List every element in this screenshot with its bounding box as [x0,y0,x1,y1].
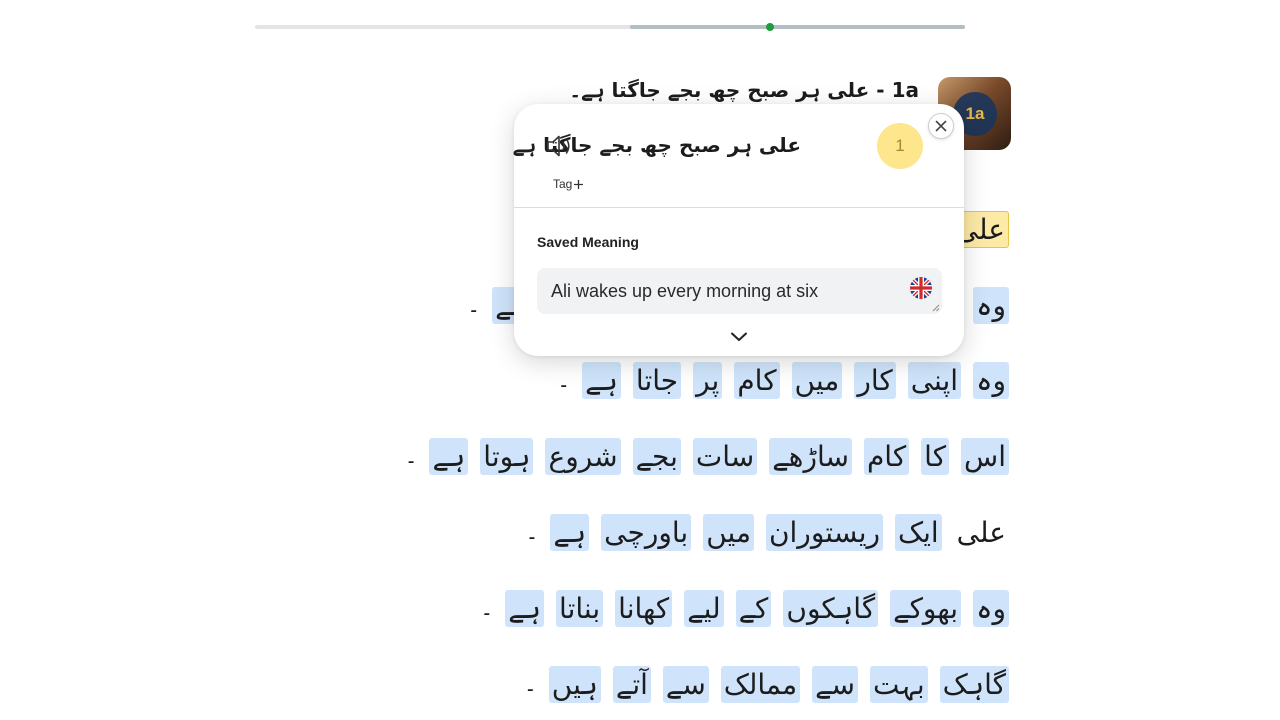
chevron-down-icon[interactable] [729,331,749,343]
word-token[interactable]: علی [954,514,1009,551]
word-token[interactable]: ہے [505,590,545,627]
sentence-line: اس کا کام ساڑھے سات بجے شروع ہوتا ہے ۔ [405,438,1009,475]
word-token[interactable]: بناتا [556,590,604,627]
speaker-icon[interactable] [545,133,573,159]
word-token[interactable]: ہوتا [480,438,534,475]
word-token[interactable]: ساڑھے [769,438,852,475]
word-token[interactable]: کار [854,362,896,399]
word-token[interactable]: کا [921,438,950,475]
word-token[interactable]: میں [791,362,843,399]
word-token[interactable]: گاہکوں [783,590,879,627]
word-token[interactable]: ایک [895,514,942,551]
sentence-stop: ۔ [404,444,418,469]
close-icon [935,120,947,132]
close-button[interactable] [928,113,954,139]
sentence-line: گاہک بہت سے ممالک سے آتے ہیں ۔ [524,666,1009,703]
word-token[interactable]: کام [734,362,780,399]
progress-marker [766,23,774,31]
word-token[interactable]: پر [693,362,723,399]
word-token[interactable]: وہ [973,362,1009,399]
word-token[interactable]: اس [961,438,1009,475]
word-token[interactable]: بھوکے [890,590,962,627]
sentence-stop: ۔ [525,520,539,545]
word-token[interactable]: ہے [429,438,469,475]
add-tag-button[interactable]: Tag [553,177,584,191]
word-token[interactable]: کام [863,438,910,475]
word-token[interactable]: شروع [545,438,621,475]
sentence-stop: ۔ [480,596,494,621]
meaning-text: Ali wakes up every morning at six [551,281,819,301]
word-token[interactable]: ریستوران [765,514,884,551]
word-token[interactable]: کھانا [615,590,673,627]
word-token[interactable]: ہیں [548,666,601,703]
uk-flag-icon[interactable] [910,277,932,299]
word-token[interactable]: گاہک [939,666,1009,703]
sentence-stop: ۔ [523,672,537,697]
resize-handle-icon[interactable] [931,303,940,312]
divider [514,207,964,208]
word-token[interactable]: ممالک [720,666,801,703]
word-token[interactable]: ہے [582,362,621,399]
word-token[interactable]: ہے [550,514,590,551]
sentence-stop: ۔ [557,368,571,393]
word-token[interactable]: کے [735,590,772,627]
word-token[interactable]: اپنی [907,362,962,399]
saved-meaning-label: Saved Meaning [537,234,639,250]
word-token[interactable]: سے [812,666,858,703]
progress-segment [630,25,965,29]
word-token[interactable]: آتے [612,666,651,703]
word-token[interactable]: میں [703,514,754,551]
sentence-line: وہ بھوکے گاہکوں کے لیے کھانا بناتا ہے ۔ [480,590,1009,627]
progress-bar [255,23,965,31]
word-token[interactable]: بجے [632,438,681,475]
count-badge: 1 [877,123,923,169]
sentence-line: وہ اپنی کار میں کام پر جاتا ہے ۔ [557,362,1009,399]
word-token[interactable]: بہت [869,666,928,703]
word-token[interactable]: لیے [684,590,724,627]
plus-icon [574,179,584,189]
word-token[interactable]: جاتا [632,362,682,399]
sentence-stop: ۔ [467,293,481,318]
lesson-title: 1a - علی ہر صبح چھ بجے جاگتا ہے۔ [569,78,919,102]
word-token[interactable]: سے [662,666,709,703]
sentence-popup: 1 علی ہر صبح چھ بجے جاگتا ہے Tag Saved M… [513,104,964,356]
word-token[interactable]: باورچی [601,514,692,551]
meaning-field[interactable]: Ali wakes up every morning at six [537,268,942,314]
word-token[interactable]: وہ [973,590,1009,627]
word-token[interactable]: وہ [973,287,1009,324]
sentence-line: علی ایک ریستوران میں باورچی ہے ۔ [525,514,1009,551]
tag-label: Tag [553,177,573,191]
word-token[interactable]: سات [692,438,758,475]
